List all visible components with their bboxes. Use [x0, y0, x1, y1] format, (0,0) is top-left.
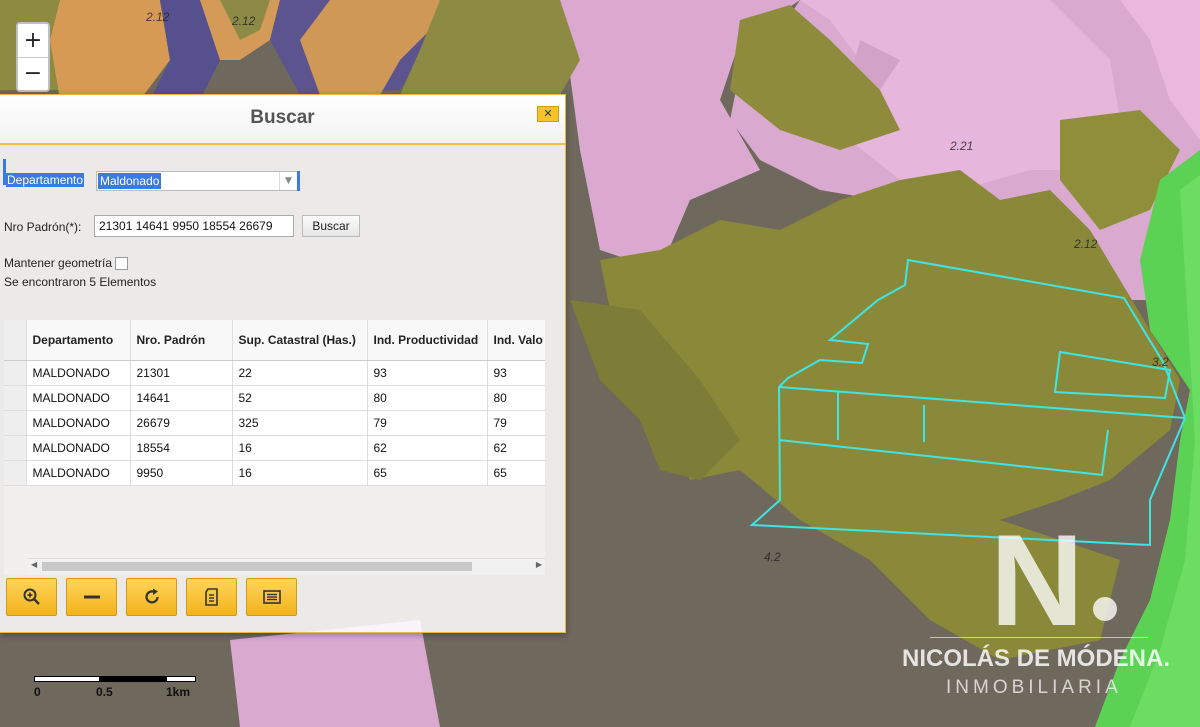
table-row[interactable]: MALDONADO 18554 16 62 62 — [4, 435, 545, 461]
dialog-title: Buscar — [250, 107, 315, 128]
results-count: Se encontraron 5 Elementos — [4, 275, 157, 289]
scale-label: 0.5 — [96, 685, 113, 699]
column-header[interactable]: Ind. Productividad — [367, 320, 488, 361]
table-cell: 79 — [367, 410, 488, 436]
minus-icon — [83, 595, 100, 599]
mantener-label: Mantener geometría — [4, 256, 113, 270]
watermark-logo-dot — [1093, 597, 1117, 621]
scroll-left-icon[interactable]: ◀ — [31, 560, 37, 569]
table-cell: MALDONADO — [26, 385, 131, 411]
watermark-name: NICOLÁS DE MÓDENA. — [902, 645, 1171, 672]
scale-segment — [166, 676, 196, 682]
table-cell: 14641 — [130, 385, 233, 411]
close-icon: ✕ — [543, 107, 553, 120]
table-cell: 93 — [367, 360, 488, 386]
table-cell: 16 — [232, 460, 368, 486]
table-cell: 62 — [367, 435, 488, 461]
column-header[interactable]: Departamento — [26, 320, 131, 361]
table-row[interactable]: MALDONADO 21301 22 93 93 — [4, 360, 545, 386]
list-icon — [262, 590, 281, 604]
table-cell: 325 — [232, 410, 368, 436]
search-dialog: Buscar ✕ Departamento Maldonado ▼ Nro Pa… — [0, 94, 566, 633]
scale-segment — [100, 676, 166, 682]
dialog-header[interactable]: Buscar ✕ — [0, 95, 565, 145]
departamento-label: Departamento — [6, 173, 85, 187]
table-cell: 52 — [232, 385, 368, 411]
refresh-icon — [144, 588, 159, 604]
table-cell: 93 — [487, 360, 545, 386]
list-button[interactable] — [246, 578, 297, 616]
scale-segment — [34, 676, 100, 682]
row-selector[interactable] — [4, 460, 27, 486]
remove-button[interactable] — [66, 578, 117, 616]
scrollbar-thumb[interactable] — [42, 562, 472, 571]
mantener-row: Mantener geometría — [4, 256, 129, 271]
zoom-in-icon — [23, 588, 40, 605]
report-button[interactable] — [186, 578, 237, 616]
chevron-down-icon[interactable]: ▼ — [279, 172, 297, 190]
watermark-divider — [930, 637, 1148, 638]
row-selector-header — [4, 320, 27, 361]
scroll-right-icon[interactable]: ▶ — [536, 560, 542, 569]
map-label: 3.2 — [1152, 355, 1169, 369]
zoom-out-button[interactable]: − — [18, 57, 48, 90]
mantener-checkbox[interactable] — [115, 257, 129, 271]
row-selector[interactable] — [4, 435, 27, 461]
table-cell: 22 — [232, 360, 368, 386]
table-cell: 21301 — [130, 360, 233, 386]
close-button[interactable]: ✕ — [537, 106, 559, 122]
departamento-row: Departamento Maldonado ▼ — [3, 159, 300, 191]
row-selector[interactable] — [4, 360, 27, 386]
table-cell: MALDONADO — [26, 360, 131, 386]
departamento-select[interactable]: Maldonado ▼ — [96, 171, 298, 191]
table-row[interactable]: MALDONADO 9950 16 65 65 — [4, 460, 545, 486]
map-label: 4.2 — [764, 550, 781, 564]
watermark-subtitle: INMOBILIARIA — [946, 677, 1122, 698]
zoom-control: + − — [16, 22, 50, 92]
table-cell: MALDONADO — [26, 460, 131, 486]
map-label: 2.12 — [146, 10, 170, 24]
scale-label: 1km — [166, 685, 191, 699]
padron-label: Nro Padrón(*): — [4, 220, 82, 234]
table-row[interactable]: MALDONADO 14641 52 80 80 — [4, 385, 545, 411]
map-label: 2.12 — [232, 14, 256, 28]
refresh-button[interactable] — [126, 578, 177, 616]
table-cell: 79 — [487, 410, 545, 436]
column-header[interactable]: Ind. Valo — [487, 320, 545, 361]
departamento-value: Maldonado — [98, 173, 162, 189]
table-row[interactable]: MALDONADO 26679 325 79 79 — [4, 410, 545, 436]
table-cell: 80 — [487, 385, 545, 411]
scale-label: 0 — [34, 685, 41, 699]
table-cell: 65 — [367, 460, 488, 486]
table-cell: 26679 — [130, 410, 233, 436]
buscar-button[interactable]: Buscar — [302, 215, 360, 237]
map-label: 2.12 — [1074, 237, 1098, 251]
column-header[interactable]: Nro. Padrón — [130, 320, 233, 361]
horizontal-scrollbar[interactable]: ◀ ▶ — [28, 558, 545, 573]
select-focus-edge — [297, 171, 300, 191]
padron-input[interactable] — [94, 215, 294, 237]
zoom-in-button[interactable]: + — [18, 24, 48, 57]
table-cell: 80 — [367, 385, 488, 411]
map-label: 2.21 — [950, 139, 974, 153]
table-cell: 16 — [232, 435, 368, 461]
document-icon — [204, 588, 218, 606]
table-cell: 18554 — [130, 435, 233, 461]
table-cell: MALDONADO — [26, 435, 131, 461]
table-cell: MALDONADO — [26, 410, 131, 436]
table-cell: 62 — [487, 435, 545, 461]
table-header-row: Departamento Nro. Padrón Sup. Catastral … — [4, 320, 545, 361]
table-cell: 65 — [487, 460, 545, 486]
zoom-to-button[interactable] — [6, 578, 57, 616]
row-selector[interactable] — [4, 385, 27, 411]
watermark-logo-letter: N — [990, 507, 1084, 653]
table-cell: 9950 — [130, 460, 233, 486]
row-selector[interactable] — [4, 410, 27, 436]
results-table: Departamento Nro. Padrón Sup. Catastral … — [4, 320, 545, 575]
scale-bar: 0 0.5 1km — [32, 676, 212, 700]
column-header[interactable]: Sup. Catastral (Has.) — [232, 320, 368, 361]
